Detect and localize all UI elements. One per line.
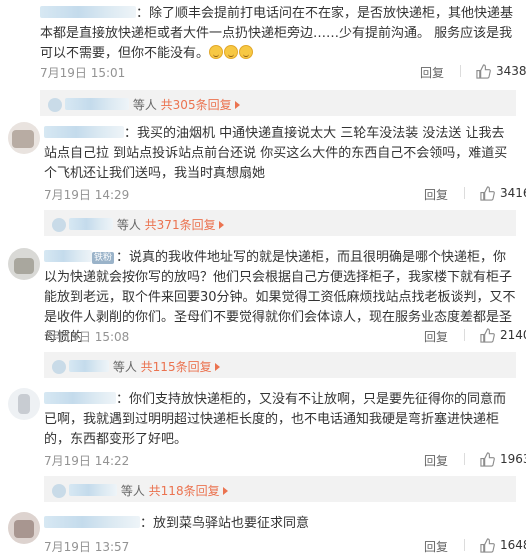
fan-badge: 铁粉 xyxy=(92,252,115,264)
arrow-right-icon xyxy=(218,221,224,229)
username-blurred[interactable] xyxy=(44,126,124,138)
sub-replies-bar[interactable]: 等人 共115条回复 xyxy=(44,352,516,378)
username-blurred[interactable] xyxy=(40,6,136,18)
username-blurred[interactable] xyxy=(44,250,92,262)
like-count: 3416 xyxy=(500,186,526,200)
reply-avatar xyxy=(52,484,66,498)
comment-meta: 7月19日 15:01 回复 3438 xyxy=(40,62,526,82)
thumbs-up-icon xyxy=(480,328,495,343)
sub-replies-bar[interactable]: 等人 共118条回复 xyxy=(44,476,516,502)
thumbs-up-icon xyxy=(480,452,495,467)
reply-button[interactable]: 回复 xyxy=(424,328,448,345)
avatar[interactable] xyxy=(8,512,40,544)
like-button[interactable]: 2140 xyxy=(480,326,526,346)
like-count: 2140 xyxy=(500,328,526,342)
sub-replies-bar[interactable]: 等人 共371条回复 xyxy=(44,210,516,236)
view-replies-link[interactable]: 共118条回复 xyxy=(149,484,220,498)
reply-button[interactable]: 回复 xyxy=(420,64,444,81)
like-button[interactable]: 3416 xyxy=(480,184,526,204)
reply-avatar xyxy=(48,98,62,112)
comment-text: ：放到菜鸟驿站也要征求同意 xyxy=(44,514,516,534)
comment-time: 7月19日 13:57 xyxy=(44,540,130,554)
arrow-right-icon xyxy=(234,101,240,109)
avatar[interactable] xyxy=(8,388,40,420)
thumbs-up-icon xyxy=(480,538,495,553)
divider xyxy=(464,187,465,199)
divider xyxy=(464,539,465,551)
comment-time: 7月19日 15:01 xyxy=(40,66,126,80)
like-count: 1648 xyxy=(500,538,526,552)
like-button[interactable]: 1648 xyxy=(480,536,526,556)
reply-avatar xyxy=(52,218,66,232)
comment-time: 7月19日 14:22 xyxy=(44,454,130,468)
sub-replies-bar[interactable]: 等人 共305条回复 xyxy=(40,90,516,116)
divider xyxy=(460,65,461,77)
username-blurred xyxy=(69,484,117,496)
divider xyxy=(464,453,465,465)
comment-meta: 7月19日 15:08 回复 2140 xyxy=(44,326,526,346)
comment-meta: 7月19日 13:57 回复 1648 xyxy=(44,536,526,556)
like-count: 3438 xyxy=(496,64,526,78)
comment-text: ：除了顺丰会提前打电话问在不在家，是否放快递柜，其他快递基本都是直接放快递柜或者… xyxy=(40,6,514,61)
view-replies-link[interactable]: 共305条回复 xyxy=(161,98,232,112)
thumbs-up-icon xyxy=(480,186,495,201)
username-blurred[interactable] xyxy=(44,516,140,528)
comment-time: 7月19日 14:29 xyxy=(44,188,130,202)
like-button[interactable]: 3438 xyxy=(476,62,526,82)
comment-time: 7月19日 15:08 xyxy=(44,330,130,344)
comment-text: ：你们支持放快递柜的，又没有不让放啊，只是要先征得你的同意而已啊，我就遇到过明明… xyxy=(44,392,507,447)
username-blurred xyxy=(65,98,129,110)
avatar[interactable] xyxy=(8,122,40,154)
view-replies-link[interactable]: 共371条回复 xyxy=(145,218,216,232)
arrow-right-icon xyxy=(214,363,220,371)
view-replies-link[interactable]: 共115条回复 xyxy=(141,360,212,374)
username-blurred xyxy=(69,218,113,230)
comment-meta: 7月19日 14:22 回复 1963 xyxy=(44,450,526,470)
username-blurred[interactable] xyxy=(44,392,116,404)
like-button[interactable]: 1963 xyxy=(480,450,526,470)
reply-button[interactable]: 回复 xyxy=(424,186,448,203)
smile-emoji-icon xyxy=(209,45,254,61)
thumbs-up-icon xyxy=(476,64,491,79)
reply-button[interactable]: 回复 xyxy=(424,452,448,469)
avatar[interactable] xyxy=(8,248,40,280)
comment-meta: 7月19日 14:29 回复 3416 xyxy=(44,184,526,204)
divider xyxy=(464,329,465,341)
reply-avatar xyxy=(52,360,66,374)
like-count: 1963 xyxy=(500,452,526,466)
comment-text: ：我买的油烟机 中通快递直接说太大 三轮车没法装 没法送 让我去站点自己拉 到站… xyxy=(44,126,508,181)
reply-button[interactable]: 回复 xyxy=(424,538,448,555)
arrow-right-icon xyxy=(222,487,228,495)
username-blurred xyxy=(69,360,109,372)
